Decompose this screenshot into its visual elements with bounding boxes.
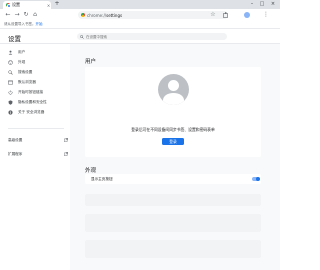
new-tab-button[interactable]: + xyxy=(54,1,60,7)
settings-header: 设置 xyxy=(0,29,280,44)
sidebar-item-label: 外观 xyxy=(18,59,26,64)
browser-logo-icon xyxy=(6,3,11,8)
address-bar[interactable]: chrome:// settings xyxy=(78,11,228,19)
external-link-icon xyxy=(64,151,68,157)
bookmarks-import-link[interactable]: 开始 xyxy=(36,22,43,26)
back-button[interactable]: ← xyxy=(4,11,12,19)
toggle-knob xyxy=(255,176,260,181)
bookmarks-import-hint: 请从设置导入书签。开始 xyxy=(4,22,43,27)
extensions-icon[interactable] xyxy=(222,9,230,21)
sidebar-item-search[interactable]: 搜索设置 xyxy=(8,68,68,76)
signin-description: 登录后可在不同设备间同步书签、设置和密码表单 xyxy=(131,127,215,132)
profile-avatar-icon[interactable] xyxy=(244,12,250,18)
sidebar-item-label: 高级设置 xyxy=(8,137,23,142)
sidebar-item-label: 关于 安全浏览器 xyxy=(18,109,45,114)
browser-icon xyxy=(8,80,13,85)
shield-icon xyxy=(8,99,13,105)
minimize-button[interactable]: – xyxy=(247,0,257,9)
url-path: settings xyxy=(106,12,123,18)
search-icon xyxy=(8,69,13,75)
sidebar-item-extensions[interactable]: 扩展程序 xyxy=(8,150,68,158)
sidebar-item-startup[interactable]: 开始时按钮链接 xyxy=(8,88,68,96)
home-button-toggle[interactable] xyxy=(252,176,260,181)
sidebar-item-label: 用户 xyxy=(18,49,26,54)
maximize-button[interactable]: □ xyxy=(257,0,267,9)
info-icon xyxy=(8,109,13,115)
sidebar-item-default-browser[interactable]: 默认浏览器 xyxy=(8,78,68,86)
bookmarks-bar: 请从设置导入书签。开始 xyxy=(0,21,280,29)
appearance-section-title: 外观 xyxy=(85,168,97,174)
close-tab-icon[interactable]: × xyxy=(46,3,51,8)
page-title: 设置 xyxy=(8,35,21,43)
signin-button[interactable]: 登录 xyxy=(162,138,184,145)
tab-strip: 设置 × + – □ × xyxy=(0,0,280,9)
sidebar-item-label: 搜索设置 xyxy=(18,69,33,74)
palette-icon xyxy=(8,59,13,65)
sidebar-item-people[interactable]: 用户 xyxy=(8,48,68,56)
people-card: 登录后可在不同设备间同步书签、设置和密码表单 登录 xyxy=(85,67,261,157)
people-section-title: 用户 xyxy=(85,59,97,65)
site-info-icon[interactable] xyxy=(81,13,85,17)
search-input[interactable] xyxy=(86,34,186,39)
settings-search[interactable] xyxy=(77,33,227,40)
blurred-card xyxy=(85,240,261,258)
settings-main: 用户 登录后可在不同设备间同步书签、设置和密码表单 登录 外观 显示主页按钮 xyxy=(70,44,280,270)
menu-icon[interactable]: ⋮ xyxy=(262,9,270,21)
sidebar-item-label: 默认浏览器 xyxy=(18,79,36,84)
tab-settings[interactable]: 设置 × xyxy=(3,1,51,9)
avatar-head xyxy=(168,80,179,91)
sidebar-item-privacy[interactable]: 隐私设置和安全性 xyxy=(8,98,68,106)
browser-toolbar: ← → ↻ ⌂ chrome:// settings ☆ ⋮ xyxy=(0,9,280,21)
appearance-card: 显示主页按钮 xyxy=(85,174,261,184)
sidebar-item-label: 隐私设置和安全性 xyxy=(18,99,47,104)
sidebar-item-about[interactable]: 关于 安全浏览器 xyxy=(8,108,68,116)
sidebar-item-appearance[interactable]: 外观 xyxy=(8,58,68,66)
blurred-card xyxy=(85,194,261,206)
settings-sidebar: 用户 外观 搜索设置 默认浏览器 开始时按钮链接 隐私设置和安全性 关于 安全浏… xyxy=(0,44,70,270)
home-button[interactable]: ⌂ xyxy=(31,11,39,19)
forward-button[interactable]: → xyxy=(13,11,21,19)
url-scheme: chrome:// xyxy=(87,12,107,18)
close-window-button[interactable]: × xyxy=(268,0,278,9)
home-button-setting-label: 显示主页按钮 xyxy=(91,177,113,181)
person-icon xyxy=(8,50,13,55)
tab-title: 设置 xyxy=(12,2,20,7)
avatar-body xyxy=(163,93,184,105)
power-icon xyxy=(8,89,13,95)
bookmark-star-icon[interactable]: ☆ xyxy=(209,9,217,21)
reload-button[interactable]: ↻ xyxy=(22,11,30,19)
blurred-card xyxy=(85,214,261,232)
bookmarks-import-text: 请从设置导入书签。 xyxy=(4,22,36,26)
sidebar-item-label: 扩展程序 xyxy=(8,151,23,156)
avatar xyxy=(158,74,189,105)
sidebar-item-label: 开始时按钮链接 xyxy=(18,89,44,94)
external-link-icon xyxy=(64,137,68,143)
sidebar-item-advanced[interactable]: 高级设置 xyxy=(8,136,68,144)
sidebar-divider xyxy=(8,128,64,129)
search-icon xyxy=(80,34,84,39)
